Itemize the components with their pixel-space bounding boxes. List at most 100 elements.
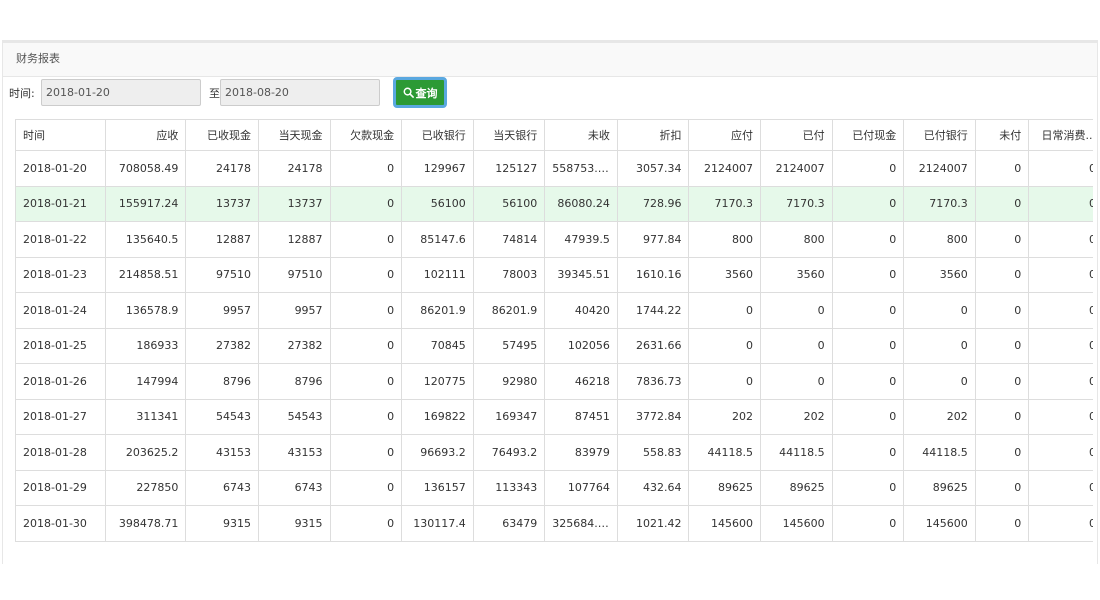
value-cell: 147994 bbox=[104, 363, 187, 400]
value-cell: 86201.9 bbox=[401, 292, 474, 329]
column-header[interactable]: 折扣 bbox=[616, 119, 690, 151]
value-cell: 76493.2 bbox=[472, 434, 546, 471]
table-row[interactable]: 2018-01-27 311341 54543 54543 0 169822 169347 8… bbox=[15, 398, 1093, 435]
value-cell: 24178 bbox=[257, 150, 331, 187]
value-cell: 2124007 bbox=[903, 150, 976, 187]
search-button-label: 查询 bbox=[415, 86, 438, 100]
value-cell: 0 bbox=[1028, 221, 1093, 258]
table-body: 2018-01-20 708058.49 24178 24178 0 129967 1251… bbox=[15, 150, 1093, 542]
value-cell: 9315 bbox=[185, 505, 259, 542]
column-header[interactable]: 已付银行 bbox=[903, 119, 976, 151]
value-cell: 102056 bbox=[544, 327, 618, 364]
table-row[interactable]: 2018-01-29 227850 6743 6743 0 136157 113343 107… bbox=[15, 469, 1093, 506]
value-cell: 202 bbox=[903, 398, 976, 435]
date-cell: 2018-01-27 bbox=[15, 398, 106, 435]
date-cell: 2018-01-30 bbox=[15, 505, 106, 542]
value-cell: 2124007 bbox=[688, 150, 762, 187]
value-cell: 9957 bbox=[257, 292, 331, 329]
value-cell: 46218 bbox=[544, 363, 618, 400]
value-cell: 44118.5 bbox=[903, 434, 976, 471]
date-cell: 2018-01-28 bbox=[15, 434, 106, 471]
column-header[interactable]: 应付 bbox=[688, 119, 762, 151]
table-row[interactable]: 2018-01-30 398478.71 9315 9315 0 130117.4 6347… bbox=[15, 505, 1093, 542]
column-header[interactable]: 已收银行 bbox=[401, 119, 474, 151]
value-cell: 125127 bbox=[472, 150, 546, 187]
value-cell: 398478.71 bbox=[104, 505, 187, 542]
value-cell: 78003 bbox=[472, 256, 546, 293]
value-cell: 107764 bbox=[544, 469, 618, 506]
column-header[interactable]: 日常消费... bbox=[1028, 119, 1093, 151]
value-cell: 86080.24 bbox=[544, 185, 618, 222]
value-cell: 558753.49 bbox=[544, 150, 618, 187]
column-header[interactable]: 当天现金 bbox=[257, 119, 331, 151]
value-cell: 24178 bbox=[185, 150, 259, 187]
table-row[interactable]: 2018-01-25 186933 27382 27382 0 70845 57495 102… bbox=[15, 327, 1093, 364]
value-cell: 0 bbox=[329, 363, 403, 400]
time-label: 时间: bbox=[9, 87, 35, 100]
value-cell: 89625 bbox=[688, 469, 762, 506]
table-row[interactable]: 2018-01-21 155917.24 13737 13737 0 56100 56100… bbox=[15, 185, 1093, 222]
value-cell: 0 bbox=[831, 363, 905, 400]
table-row[interactable]: 2018-01-22 135640.5 12887 12887 0 85147.6 7481… bbox=[15, 221, 1093, 258]
value-cell: 0 bbox=[1028, 363, 1093, 400]
date-cell: 2018-01-29 bbox=[15, 469, 106, 506]
table-header-row: 时间 应收 已收现金 当天现金 欠款现金 已收银行 当天银行 未收 折扣 应付 已付 已付现金 已付银行… bbox=[15, 119, 1093, 151]
end-date-input[interactable] bbox=[220, 79, 380, 106]
value-cell: 89625 bbox=[903, 469, 976, 506]
value-cell: 0 bbox=[974, 256, 1030, 293]
value-cell: 0 bbox=[688, 292, 762, 329]
value-cell: 120775 bbox=[401, 363, 474, 400]
date-cell: 2018-01-21 bbox=[15, 185, 106, 222]
column-header[interactable]: 未付 bbox=[974, 119, 1030, 151]
value-cell: 155917.24 bbox=[104, 185, 187, 222]
value-cell: 800 bbox=[760, 221, 833, 258]
search-button[interactable]: 查询 bbox=[393, 77, 447, 108]
column-header[interactable]: 未收 bbox=[544, 119, 618, 151]
value-cell: 92980 bbox=[472, 363, 546, 400]
value-cell: 130117.4 bbox=[401, 505, 474, 542]
table-row[interactable]: 2018-01-26 147994 8796 8796 0 120775 92980 4621… bbox=[15, 363, 1093, 400]
value-cell: 0 bbox=[974, 327, 1030, 364]
column-header[interactable]: 已付 bbox=[760, 119, 833, 151]
column-header[interactable]: 已收现金 bbox=[185, 119, 259, 151]
column-header[interactable]: 欠款现金 bbox=[329, 119, 403, 151]
value-cell: 7836.73 bbox=[616, 363, 690, 400]
value-cell: 0 bbox=[760, 363, 833, 400]
report-table-container[interactable]: 时间 应收 已收现金 当天现金 欠款现金 已收银行 当天银行 未收 折扣 应付 已付 已付现金 已付银行… bbox=[15, 119, 1093, 564]
value-cell: 8796 bbox=[185, 363, 259, 400]
value-cell: 12887 bbox=[185, 221, 259, 258]
value-cell: 0 bbox=[1028, 469, 1093, 506]
table-row[interactable]: 2018-01-20 708058.49 24178 24178 0 129967 1251… bbox=[15, 150, 1093, 187]
value-cell: 0 bbox=[831, 505, 905, 542]
value-cell: 2124007 bbox=[760, 150, 833, 187]
column-header[interactable]: 当天银行 bbox=[472, 119, 546, 151]
column-header[interactable]: 应收 bbox=[104, 119, 187, 151]
value-cell: 432.64 bbox=[616, 469, 690, 506]
table-row[interactable]: 2018-01-28 203625.2 43153 43153 0 96693.2 7649… bbox=[15, 434, 1093, 471]
start-date-input[interactable] bbox=[41, 79, 201, 106]
value-cell: 0 bbox=[831, 398, 905, 435]
value-cell: 97510 bbox=[257, 256, 331, 293]
value-cell: 708058.49 bbox=[104, 150, 187, 187]
value-cell: 27382 bbox=[257, 327, 331, 364]
value-cell: 800 bbox=[903, 221, 976, 258]
filter-bar: 时间: 至 查询 bbox=[3, 77, 1097, 111]
value-cell: 0 bbox=[1028, 398, 1093, 435]
value-cell: 0 bbox=[831, 185, 905, 222]
value-cell: 102111 bbox=[401, 256, 474, 293]
value-cell: 27382 bbox=[185, 327, 259, 364]
column-header[interactable]: 已付现金 bbox=[831, 119, 905, 151]
table-row[interactable]: 2018-01-24 136578.9 9957 9957 0 86201.9 86201.… bbox=[15, 292, 1093, 329]
value-cell: 3772.84 bbox=[616, 398, 690, 435]
value-cell: 227850 bbox=[104, 469, 187, 506]
value-cell: 0 bbox=[1028, 256, 1093, 293]
value-cell: 145600 bbox=[688, 505, 762, 542]
table-row[interactable]: 2018-01-23 214858.51 97510 97510 0 102111 7800… bbox=[15, 256, 1093, 293]
value-cell: 44118.5 bbox=[760, 434, 833, 471]
value-cell: 0 bbox=[831, 150, 905, 187]
column-header[interactable]: 时间 bbox=[15, 119, 106, 151]
value-cell: 0 bbox=[329, 185, 403, 222]
value-cell: 0 bbox=[831, 221, 905, 258]
value-cell: 203625.2 bbox=[104, 434, 187, 471]
value-cell: 0 bbox=[974, 363, 1030, 400]
